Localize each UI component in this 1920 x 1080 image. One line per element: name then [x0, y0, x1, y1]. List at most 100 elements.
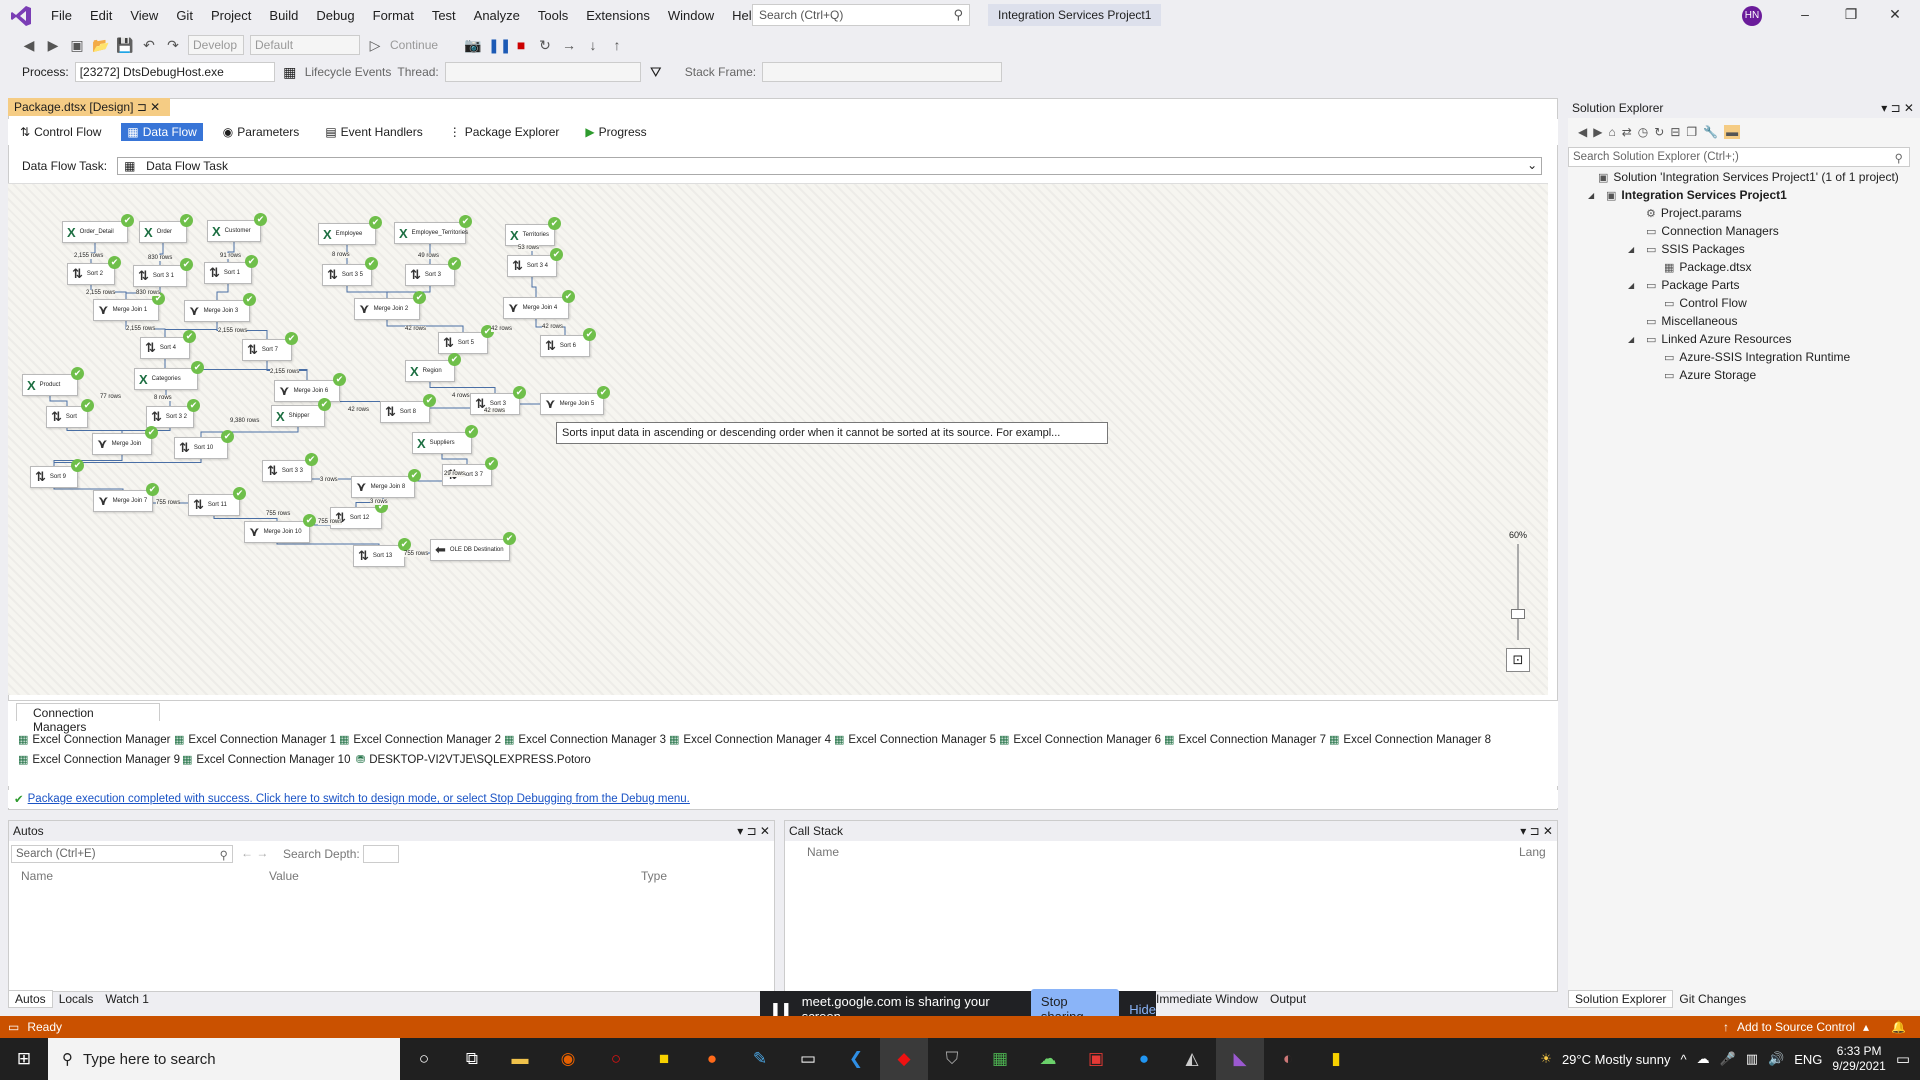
- data-path[interactable]: [216, 284, 229, 300]
- properties-icon[interactable]: 🔧: [1703, 125, 1718, 139]
- connection-manager[interactable]: ▦ Excel Connection Manager 3: [504, 733, 666, 747]
- dataflow-node[interactable]: ⇅ Sort 9 ✔: [30, 459, 84, 488]
- expand-toggle-icon[interactable]: ◢: [1628, 335, 1634, 344]
- platform-select[interactable]: Default: [250, 35, 360, 55]
- dataflow-node[interactable]: X Order ✔: [139, 214, 193, 243]
- menu-window[interactable]: Window: [659, 0, 723, 31]
- switch-views-icon[interactable]: ⇄: [1622, 125, 1632, 139]
- dataflow-node[interactable]: X Region ✔: [405, 353, 461, 382]
- minimize-icon[interactable]: –: [1790, 6, 1820, 22]
- add-to-source-control[interactable]: Add to Source Control: [1737, 1020, 1855, 1034]
- dataflow-node[interactable]: ⋎ Merge Join 2 ✔: [354, 291, 426, 320]
- pin-icon[interactable]: ⊐: [137, 100, 147, 114]
- tree-item[interactable]: ◢ ▣ Integration Services Project1: [1588, 188, 1787, 202]
- tree-item[interactable]: ▣ Solution 'Integration Services Project1…: [1598, 170, 1899, 184]
- vscode-icon[interactable]: ❮: [832, 1038, 880, 1080]
- quick-search-input[interactable]: Search (Ctrl+Q) ⚲: [752, 4, 970, 26]
- close-pane-icon[interactable]: ▾ ⊐ ✕: [1520, 824, 1553, 838]
- dataflow-node[interactable]: ⋎ Merge Join 3 ✔: [184, 293, 256, 322]
- connection-manager[interactable]: ▦ Excel Connection Manager: [18, 733, 171, 747]
- connection-manager[interactable]: ▦ Excel Connection Manager 1: [174, 733, 336, 747]
- collapse-icon[interactable]: ⊟: [1670, 125, 1680, 139]
- tab-git-changes[interactable]: Git Changes: [1673, 991, 1752, 1007]
- lifecycle-events-button[interactable]: Lifecycle Events: [305, 65, 392, 79]
- tab-parameters[interactable]: ◉ Parameters: [217, 123, 306, 141]
- zoom-thumb[interactable]: [1511, 609, 1525, 619]
- menu-extensions[interactable]: Extensions: [577, 0, 659, 31]
- action-center-icon[interactable]: ▭: [1896, 1050, 1910, 1068]
- tab-event-handlers[interactable]: ▤ Event Handlers: [319, 123, 428, 141]
- excel-icon[interactable]: ▦: [976, 1038, 1024, 1080]
- tab-immediate-window[interactable]: Immediate Window: [1150, 991, 1264, 1007]
- chevron-up-icon[interactable]: ^: [1680, 1052, 1686, 1067]
- sticky-notes-icon[interactable]: ■: [640, 1038, 688, 1080]
- tree-item[interactable]: ◢ ▭ Package Parts: [1628, 278, 1739, 292]
- forward-icon[interactable]: ▶: [44, 37, 62, 54]
- tab-locals[interactable]: Locals: [53, 991, 100, 1007]
- zoom-control[interactable]: 60% ⊡: [1504, 530, 1532, 690]
- fit-to-window-icon[interactable]: ⊡: [1506, 648, 1530, 672]
- back-icon[interactable]: ◀: [1578, 125, 1587, 139]
- filter-icon[interactable]: ⛛: [647, 64, 665, 81]
- postman-icon[interactable]: ●: [688, 1038, 736, 1080]
- cortana-icon[interactable]: ○: [400, 1038, 448, 1080]
- back-icon[interactable]: ◀: [20, 37, 38, 54]
- exec-message-link[interactable]: Package execution completed with success…: [28, 793, 690, 805]
- firefox-icon[interactable]: ◉: [544, 1038, 592, 1080]
- home-icon[interactable]: ⌂: [1608, 125, 1615, 139]
- lol-icon[interactable]: ◭: [1168, 1038, 1216, 1080]
- dataflow-node[interactable]: ⇅ Sort 11 ✔: [188, 487, 246, 516]
- connection-manager[interactable]: ▦ Excel Connection Manager 6: [999, 733, 1161, 747]
- anydesk-icon[interactable]: ◆: [880, 1038, 928, 1080]
- dataflow-node[interactable]: ⇅ Sort 1 ✔: [204, 255, 258, 284]
- sql-icon[interactable]: ◐: [1264, 1038, 1312, 1080]
- step-into-icon[interactable]: ↓: [584, 37, 602, 53]
- tab-data-flow[interactable]: ▦ Data Flow: [121, 123, 203, 141]
- data-path[interactable]: [53, 455, 123, 466]
- dataflow-node[interactable]: X Categories ✔: [134, 361, 204, 390]
- taskbar-search-input[interactable]: ⚲ Type here to search: [48, 1038, 400, 1080]
- dataflow-node[interactable]: X Product ✔: [22, 367, 84, 396]
- preview-icon[interactable]: ▬: [1724, 125, 1741, 139]
- hide-button[interactable]: Hide: [1129, 1002, 1156, 1017]
- search-depth-select[interactable]: [363, 845, 399, 863]
- tree-item[interactable]: ⚙ Project.params: [1646, 206, 1742, 220]
- data-flow-task-select[interactable]: ▦ Data Flow Task ⌄: [117, 157, 1543, 175]
- connection-manager[interactable]: ▦ Excel Connection Manager 7: [1164, 733, 1326, 747]
- opera-icon[interactable]: ○: [592, 1038, 640, 1080]
- data-path[interactable]: [49, 396, 68, 406]
- camera-icon[interactable]: 📷: [464, 37, 482, 54]
- dataflow-node[interactable]: X Employee_Territories ✔: [394, 215, 472, 244]
- dataflow-node[interactable]: ⇅ Sort 4 ✔: [140, 330, 196, 359]
- dataflow-node[interactable]: ⋎ Merge Join 4 ✔: [503, 290, 575, 319]
- weather-text[interactable]: 29°C Mostly sunny: [1562, 1052, 1671, 1067]
- tree-item[interactable]: ▦ Package.dtsx: [1664, 260, 1751, 274]
- connection-manager[interactable]: ▦ Excel Connection Manager 9: [18, 753, 180, 767]
- dataflow-node[interactable]: ⋎ Merge Join 8 ✔: [351, 469, 421, 498]
- tree-item[interactable]: ▭ Miscellaneous: [1646, 314, 1737, 328]
- dataflow-node[interactable]: ⇅ Sort 13 ✔: [353, 538, 411, 567]
- restart-icon[interactable]: ↻: [536, 37, 554, 54]
- menu-analyze[interactable]: Analyze: [465, 0, 529, 31]
- data-path[interactable]: [346, 286, 388, 298]
- expand-toggle-icon[interactable]: ◢: [1628, 245, 1634, 254]
- history-icon[interactable]: ◷: [1638, 125, 1648, 139]
- dataflow-node[interactable]: ⇅ Sort 6 ✔: [540, 328, 596, 357]
- tab-progress[interactable]: ▶ Progress: [579, 123, 652, 141]
- step-over-icon[interactable]: →: [560, 37, 578, 53]
- clock[interactable]: 6:33 PM 9/29/2021: [1832, 1044, 1885, 1074]
- process-select[interactable]: [23272] DtsDebugHost.exe: [74, 62, 275, 82]
- dataflow-node[interactable]: ⋎ Merge Join 5 ✔: [540, 386, 610, 415]
- close-pane-icon[interactable]: ▾ ⊐ ✕: [737, 824, 770, 838]
- file-explorer-icon[interactable]: ▬: [496, 1038, 544, 1080]
- security-icon[interactable]: ⛉: [928, 1038, 976, 1080]
- dataflow-node[interactable]: ⋎ Merge Join 10 ✔: [244, 514, 316, 543]
- play-icon[interactable]: ▷: [366, 37, 384, 54]
- notifications-icon[interactable]: 🔔: [1891, 1020, 1906, 1034]
- windows-start-icon[interactable]: ⊞: [0, 1038, 48, 1080]
- dataflow-node[interactable]: ⇅ Sort 3 5 ✔: [322, 257, 378, 286]
- connection-manager[interactable]: ▦ Excel Connection Manager 5: [834, 733, 996, 747]
- dataflow-node[interactable]: X Customer ✔: [207, 213, 267, 242]
- dataflow-node[interactable]: ⋎ Merge Join 6 ✔: [274, 373, 346, 402]
- connection-manager[interactable]: ▦ Excel Connection Manager 4: [669, 733, 831, 747]
